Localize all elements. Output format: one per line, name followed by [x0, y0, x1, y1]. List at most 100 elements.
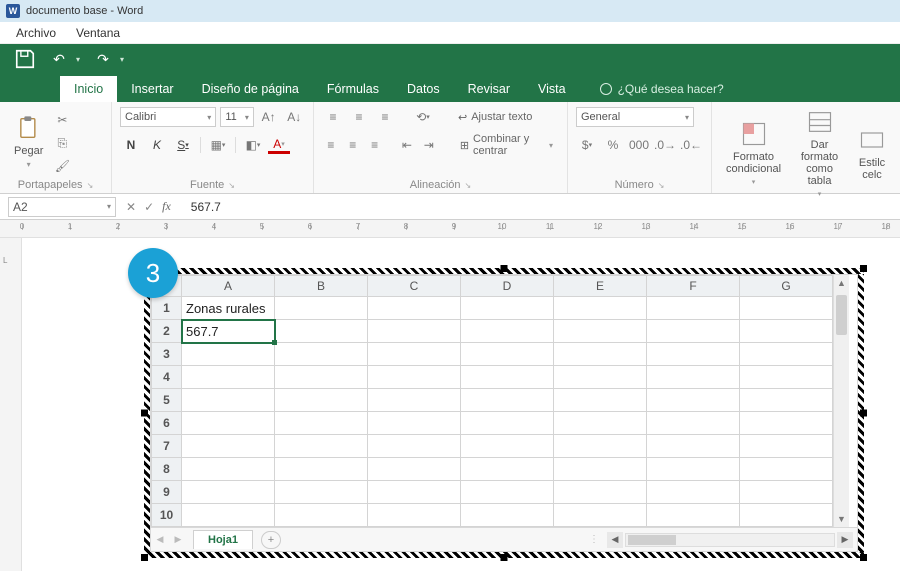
cut-icon[interactable]: ✂	[51, 109, 73, 131]
row-header-9[interactable]: 9	[152, 481, 182, 504]
cell-B4[interactable]	[275, 366, 368, 389]
increase-indent-icon[interactable]: ⇥	[420, 134, 438, 156]
cell-C6[interactable]	[368, 412, 461, 435]
cell-G7[interactable]	[740, 435, 833, 458]
fill-color-icon[interactable]: ◧▾	[242, 134, 264, 156]
cell-E1[interactable]	[554, 297, 647, 320]
align-top-icon[interactable]: ≡	[322, 106, 344, 128]
cell-A10[interactable]	[182, 504, 275, 527]
embedded-spreadsheet-object[interactable]: ABCDEFG1Zonas rurales2567.7345678910 ▲ ▼…	[144, 268, 864, 558]
cell-B8[interactable]	[275, 458, 368, 481]
cell-E10[interactable]	[554, 504, 647, 527]
tab-vista[interactable]: Vista	[524, 76, 580, 102]
cell-D9[interactable]	[461, 481, 554, 504]
numero-launcher-icon[interactable]: ↘	[658, 181, 665, 190]
fuente-launcher-icon[interactable]: ↘	[228, 181, 235, 190]
bold-button[interactable]: N	[120, 134, 142, 156]
cell-B5[interactable]	[275, 389, 368, 412]
cell-D7[interactable]	[461, 435, 554, 458]
scroll-down-icon[interactable]: ▼	[834, 511, 849, 527]
cell-G5[interactable]	[740, 389, 833, 412]
cell-D5[interactable]	[461, 389, 554, 412]
border-icon[interactable]: ▦▾	[207, 134, 229, 156]
col-header-D[interactable]: D	[461, 276, 554, 297]
cell-D2[interactable]	[461, 320, 554, 343]
cell-B7[interactable]	[275, 435, 368, 458]
cell-C8[interactable]	[368, 458, 461, 481]
cell-F6[interactable]	[647, 412, 740, 435]
sheet-tab-hoja1[interactable]: Hoja1	[193, 530, 253, 549]
menu-ventana[interactable]: Ventana	[66, 26, 130, 40]
cell-F5[interactable]	[647, 389, 740, 412]
cell-E8[interactable]	[554, 458, 647, 481]
resize-handle-tr[interactable]	[860, 265, 867, 272]
add-sheet-icon[interactable]: +	[261, 531, 281, 549]
horizontal-scrollbar[interactable]	[625, 533, 835, 547]
cell-A9[interactable]	[182, 481, 275, 504]
cell-B2[interactable]	[275, 320, 368, 343]
resize-handle-bl[interactable]	[141, 554, 148, 561]
col-header-C[interactable]: C	[368, 276, 461, 297]
cell-C4[interactable]	[368, 366, 461, 389]
spreadsheet-grid[interactable]: ABCDEFG1Zonas rurales2567.7345678910	[151, 275, 833, 527]
cell-A7[interactable]	[182, 435, 275, 458]
row-header-6[interactable]: 6	[152, 412, 182, 435]
font-size-combo[interactable]: 11▾	[220, 107, 254, 127]
align-bottom-icon[interactable]: ≡	[374, 106, 396, 128]
align-left-icon[interactable]: ≡	[322, 134, 340, 156]
cell-F4[interactable]	[647, 366, 740, 389]
cell-D1[interactable]	[461, 297, 554, 320]
col-header-B[interactable]: B	[275, 276, 368, 297]
formato-condicional-button[interactable]: Formato condicional▾	[720, 106, 787, 200]
copy-icon[interactable]: ⎘	[51, 132, 73, 154]
orientation-icon[interactable]: ⟲▾	[412, 106, 434, 128]
cell-E3[interactable]	[554, 343, 647, 366]
font-color-icon[interactable]: A▾	[268, 136, 290, 154]
cell-A3[interactable]	[182, 343, 275, 366]
currency-icon[interactable]: $▾	[576, 134, 598, 156]
cell-B9[interactable]	[275, 481, 368, 504]
redo-dropdown-icon[interactable]: ▾	[120, 55, 124, 64]
name-box-dropdown-icon[interactable]: ▾	[107, 202, 111, 211]
pegar-dropdown-icon[interactable]: ▾	[27, 160, 31, 169]
font-name-combo[interactable]: Calibri▾	[120, 107, 216, 127]
cell-A6[interactable]	[182, 412, 275, 435]
scroll-thumb[interactable]	[834, 291, 849, 511]
ajustar-texto-button[interactable]: ↩Ajustar texto	[452, 106, 538, 128]
cell-G3[interactable]	[740, 343, 833, 366]
row-header-10[interactable]: 10	[152, 504, 182, 527]
tab-revisar[interactable]: Revisar	[454, 76, 524, 102]
tab-nav-next-icon[interactable]: ▶	[169, 534, 187, 545]
cell-F7[interactable]	[647, 435, 740, 458]
alineacion-launcher-icon[interactable]: ↘	[465, 181, 472, 190]
cell-C5[interactable]	[368, 389, 461, 412]
cell-A2[interactable]: 567.7	[182, 320, 275, 343]
cell-A8[interactable]	[182, 458, 275, 481]
tab-split-icon[interactable]: ⋮	[589, 534, 599, 545]
col-header-A[interactable]: A	[182, 276, 275, 297]
decrease-decimal-icon[interactable]: .0←	[680, 134, 702, 156]
tab-inicio[interactable]: Inicio	[60, 76, 117, 102]
formula-input[interactable]	[181, 197, 900, 217]
resize-handle-tm[interactable]	[501, 265, 508, 272]
cell-G8[interactable]	[740, 458, 833, 481]
cell-C7[interactable]	[368, 435, 461, 458]
cell-C9[interactable]	[368, 481, 461, 504]
resize-handle-bm[interactable]	[501, 554, 508, 561]
tab-diseno-pagina[interactable]: Diseño de página	[188, 76, 313, 102]
tab-nav-prev-icon[interactable]: ◀	[151, 534, 169, 545]
cell-D8[interactable]	[461, 458, 554, 481]
enter-entry-icon[interactable]: ✓	[144, 200, 154, 214]
underline-button[interactable]: S▾	[172, 134, 194, 156]
cell-D3[interactable]	[461, 343, 554, 366]
cancel-entry-icon[interactable]: ✕	[126, 200, 136, 214]
cell-A4[interactable]	[182, 366, 275, 389]
cell-F8[interactable]	[647, 458, 740, 481]
undo-icon[interactable]: ↶	[48, 48, 70, 70]
resize-handle-mr[interactable]	[860, 410, 867, 417]
col-header-F[interactable]: F	[647, 276, 740, 297]
cell-E4[interactable]	[554, 366, 647, 389]
format-painter-icon[interactable]: 🖌	[51, 155, 73, 177]
tell-me-search[interactable]: ¿Qué desea hacer?	[590, 76, 734, 102]
cell-B3[interactable]	[275, 343, 368, 366]
